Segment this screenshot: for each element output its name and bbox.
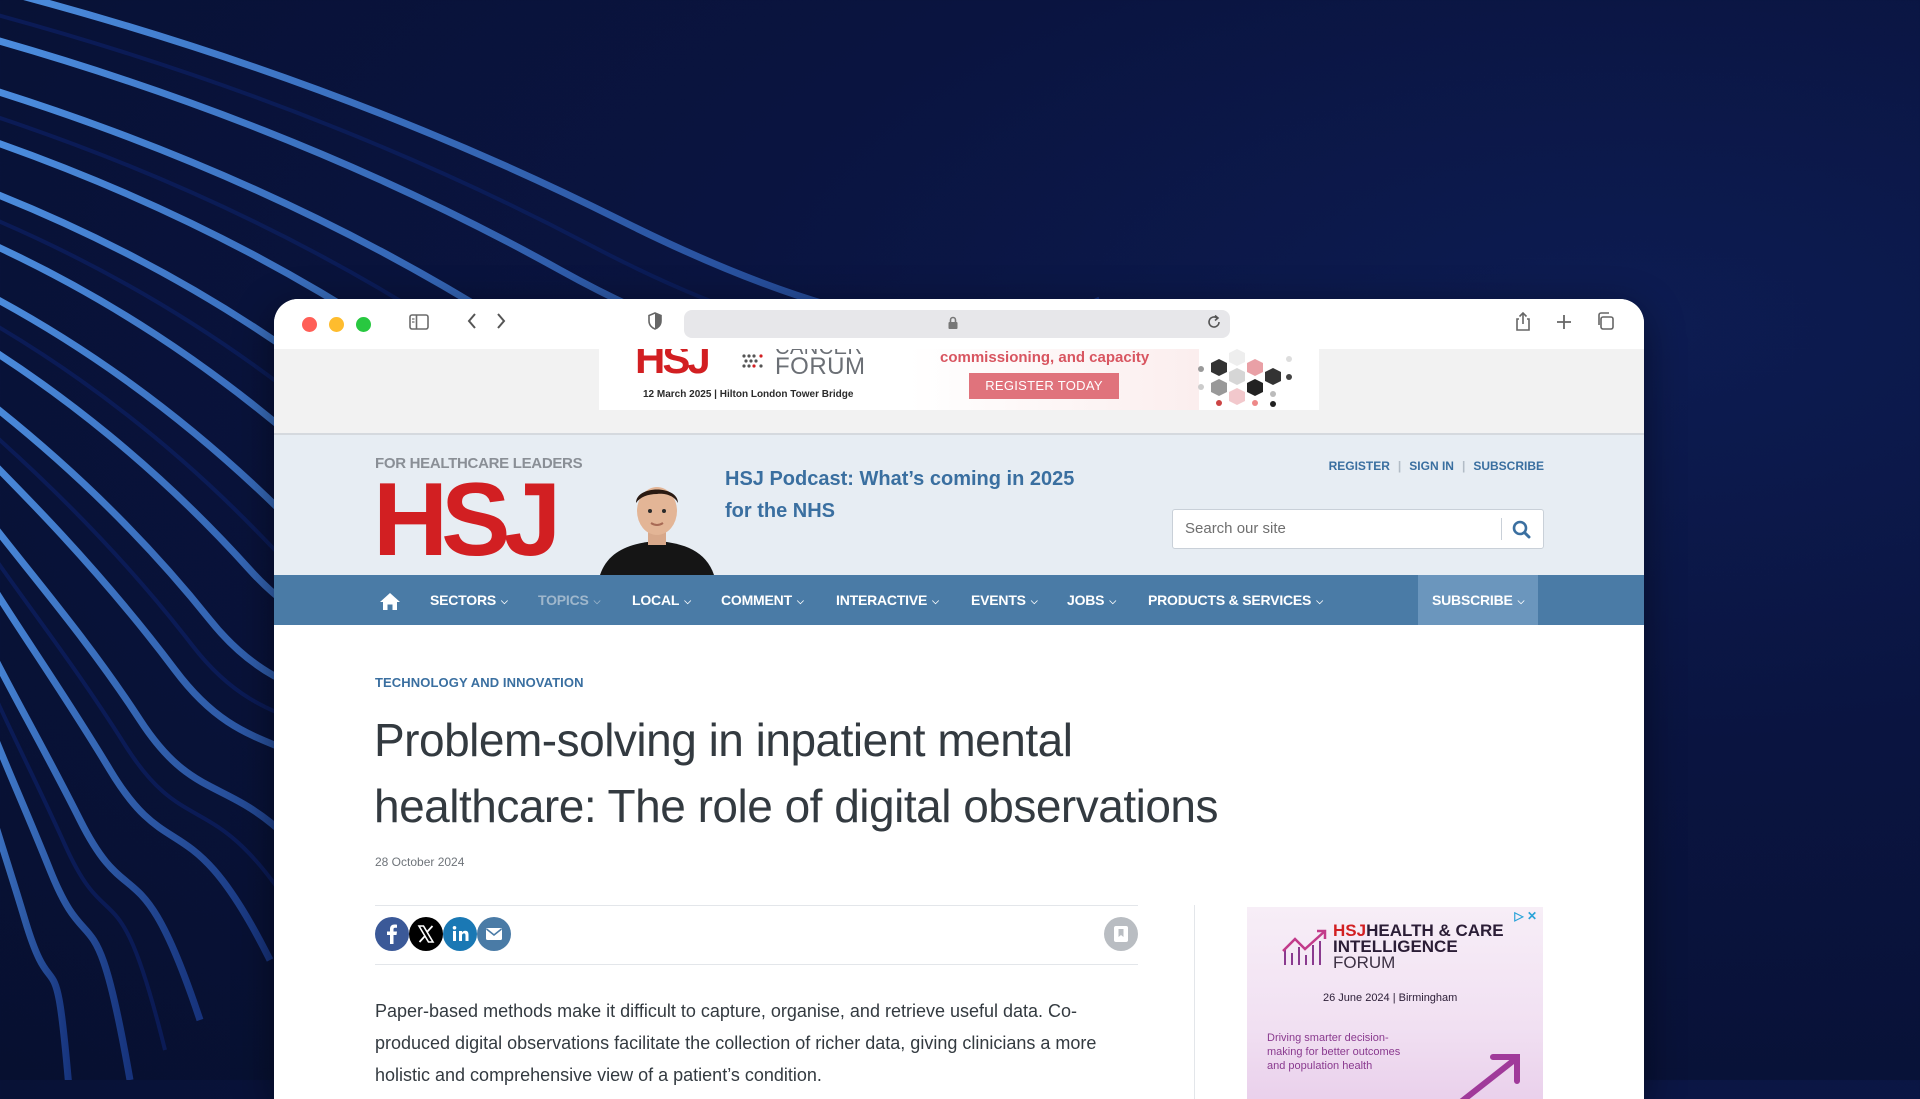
close-window-button[interactable] (302, 317, 317, 332)
new-tab-icon[interactable] (1551, 312, 1577, 338)
main-navigation: SECTORS ⌵ TOPICS ⌵ LOCAL ⌵ COMMENT ⌵ INTERAC… (274, 575, 1644, 625)
forward-icon[interactable] (488, 312, 514, 338)
sidebar-toggle-icon[interactable] (406, 312, 432, 338)
nav-item-interactive[interactable]: INTERACTIVE ⌵ (836, 575, 939, 625)
top-ad-strip: HSJ CANCER FORUM 12 March 2025 | Hilton … (274, 349, 1644, 435)
share-icon[interactable] (1510, 311, 1536, 338)
search-input[interactable] (1183, 519, 1487, 538)
nav-products-services-label: PRODUCTS & SERVICES (1148, 592, 1312, 608)
site-search (1172, 509, 1544, 549)
nav-item-sectors[interactable]: SECTORS ⌵ (430, 575, 508, 625)
article-title: Problem-solving in inpatient mental heal… (374, 714, 1219, 832)
nav-jobs-label: JOBS (1067, 592, 1105, 608)
nav-subscribe-label: SUBSCRIBE (1432, 592, 1513, 608)
article-body: Paper-based methods make it difficult to… (375, 1001, 1097, 1085)
chevron-down-icon: ⌵ (1517, 596, 1525, 606)
lock-icon (947, 316, 959, 335)
site-header: FOR HEALTHCARE LEADERS HSJ HSJ Podcast: … (274, 435, 1644, 575)
top-ad-date-venue: 12 March 2025 | Hilton London Tower Brid… (643, 389, 854, 400)
x-icon[interactable] (409, 917, 443, 951)
side-ad-title-line3: FORUM (1333, 953, 1396, 972)
chevron-down-icon: ⌵ (1030, 596, 1038, 606)
search-icon[interactable] (1508, 516, 1536, 542)
podcast-headline-link[interactable]: HSJ Podcast: What’s coming in 2025 for t… (725, 463, 1085, 527)
nav-local-label: LOCAL (632, 592, 680, 608)
top-ad-brand: HSJ (635, 349, 711, 382)
side-ad-title: HSJHEALTH & CARE INTELLIGENCE FORUM (1333, 922, 1533, 972)
nav-item-comment[interactable]: COMMENT ⌵ (721, 575, 804, 625)
sidebar-ad[interactable]: ▷ ✕ HSJHEALTH & CARE INTELLIGENCE FORUM … (1247, 907, 1543, 1099)
account-links: REGISTER | SIGN IN | SUBSCRIBE (1328, 459, 1544, 473)
home-icon[interactable] (379, 575, 401, 625)
top-ad-dots-icon (742, 354, 763, 368)
hsj-logo[interactable]: HSJ (373, 465, 561, 575)
article-date: 28 October 2024 (375, 855, 465, 869)
article-category-link[interactable]: TECHNOLOGY AND INNOVATION (375, 675, 584, 690)
minimize-window-button[interactable] (329, 317, 344, 332)
nav-item-events[interactable]: EVENTS ⌵ (971, 575, 1038, 625)
nav-item-products-services[interactable]: PRODUCTS & SERVICES ⌵ (1148, 575, 1323, 625)
facebook-icon[interactable] (375, 917, 409, 951)
nav-events-label: EVENTS (971, 592, 1026, 608)
register-link[interactable]: REGISTER (1329, 459, 1390, 473)
address-bar[interactable] (684, 310, 1230, 338)
nav-topics-label: TOPICS (538, 592, 589, 608)
top-ad-tagline: commissioning, and capacity (940, 349, 1150, 366)
back-icon[interactable] (459, 312, 485, 338)
search-divider (1501, 518, 1502, 540)
zoom-window-button[interactable] (356, 317, 371, 332)
nav-item-local[interactable]: LOCAL ⌵ (632, 575, 691, 625)
top-ad-register-button[interactable]: REGISTER TODAY (969, 373, 1119, 399)
adchoices-icon[interactable]: ▷ ✕ (1514, 909, 1537, 923)
browser-toolbar (274, 299, 1644, 349)
tabs-overview-icon[interactable] (1592, 312, 1618, 338)
chevron-down-icon: ⌵ (1316, 596, 1323, 606)
chevron-down-icon: ⌵ (932, 596, 939, 606)
top-ad-event: FORUM (775, 353, 866, 380)
chevron-down-icon: ⌵ (1109, 596, 1116, 606)
subscribe-link[interactable]: SUBSCRIBE (1473, 459, 1544, 473)
chevron-down-icon: ⌵ (796, 596, 804, 606)
side-ad-description: Driving smarter decision-making for bett… (1267, 1032, 1401, 1072)
top-banner-ad[interactable]: HSJ CANCER FORUM 12 March 2025 | Hilton … (599, 349, 1319, 410)
trend-chart-icon (1282, 929, 1327, 965)
bookmark-icon[interactable] (1104, 917, 1138, 951)
nav-item-topics[interactable]: TOPICS ⌵ (538, 575, 600, 625)
linkedin-icon[interactable] (443, 917, 477, 951)
browser-window: HSJ CANCER FORUM 12 March 2025 | Hilton … (274, 299, 1644, 1099)
arrow-up-icon (1459, 1054, 1520, 1099)
side-ad-date: 26 June 2024 | Birmingham (1323, 992, 1458, 1004)
reload-icon[interactable] (1204, 314, 1224, 334)
nav-comment-label: COMMENT (721, 592, 792, 608)
nav-item-jobs[interactable]: JOBS ⌵ (1067, 575, 1116, 625)
sidebar-divider (1194, 905, 1195, 1099)
page-viewport: HSJ CANCER FORUM 12 March 2025 | Hilton … (274, 349, 1644, 1099)
chevron-down-icon: ⌵ (684, 596, 691, 606)
shield-icon[interactable] (642, 312, 668, 338)
chevron-down-icon: ⌵ (501, 596, 508, 606)
share-bar (375, 905, 1138, 965)
chevron-down-icon: ⌵ (593, 596, 601, 606)
podcast-host-photo[interactable] (600, 473, 714, 575)
nav-subscribe-button[interactable]: SUBSCRIBE ⌵ (1418, 575, 1539, 625)
sign-in-link[interactable]: SIGN IN (1409, 459, 1454, 473)
top-ad-hexagon-graphic (1198, 349, 1292, 407)
nav-sectors-label: SECTORS (430, 592, 497, 608)
nav-interactive-label: INTERACTIVE (836, 592, 928, 608)
email-icon[interactable] (477, 917, 511, 951)
